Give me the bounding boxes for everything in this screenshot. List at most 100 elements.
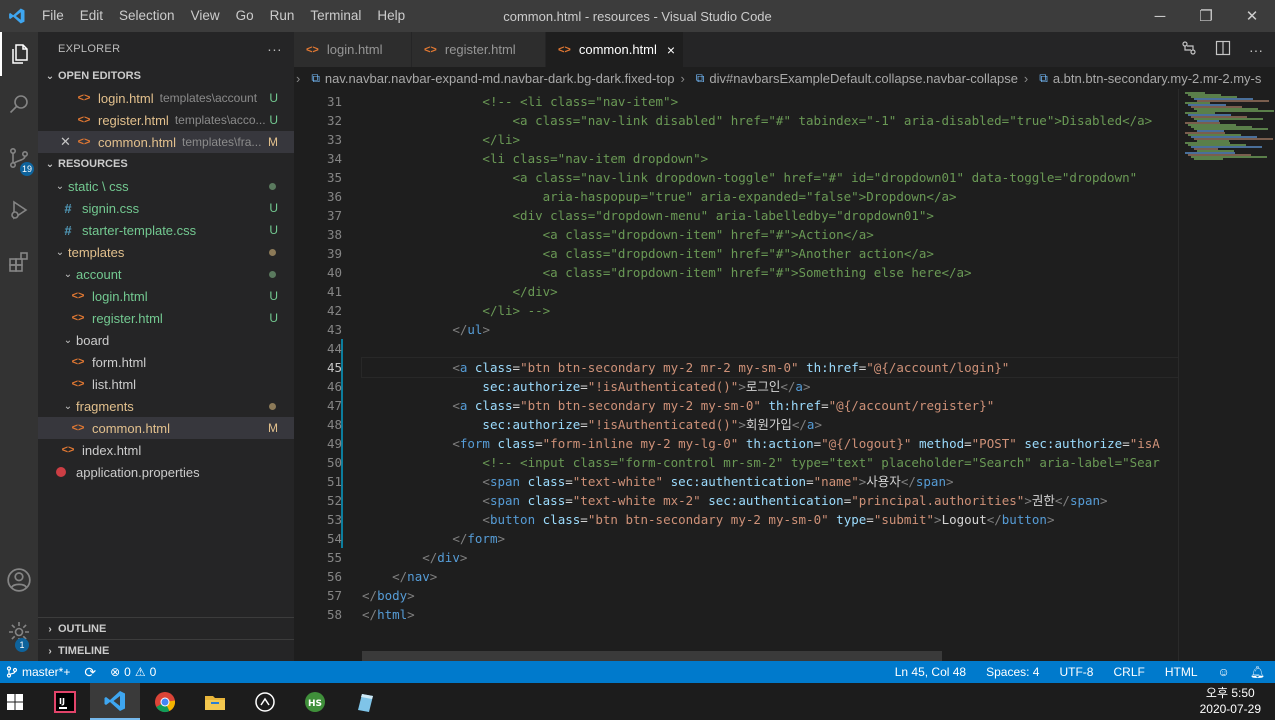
- folder-templates[interactable]: ⌄ templates: [38, 241, 294, 263]
- breadcrumb-item[interactable]: ⧉ nav.navbar.navbar-expand-md.navbar-dar…: [306, 71, 674, 86]
- code-line[interactable]: </div>: [362, 282, 1178, 301]
- encoding[interactable]: UTF-8: [1059, 665, 1093, 679]
- menu-file[interactable]: File: [34, 0, 72, 32]
- code-line[interactable]: <a class="dropdown-item" href="#">Anothe…: [362, 244, 1178, 263]
- more-actions-icon[interactable]: ···: [1249, 42, 1263, 58]
- close-tab-icon[interactable]: ×: [667, 42, 675, 58]
- extensions-icon[interactable]: [0, 240, 38, 284]
- heidisql-app-icon[interactable]: HS: [290, 683, 340, 720]
- code-line[interactable]: <div class="dropdown-menu" aria-labelled…: [362, 206, 1178, 225]
- code-line[interactable]: <span class="text-white" sec:authenticat…: [362, 472, 1178, 491]
- code-line[interactable]: </body>: [362, 586, 1178, 605]
- code-line[interactable]: sec:authorize="!isAuthenticated()">회원가입<…: [362, 415, 1178, 434]
- more-actions-icon[interactable]: ···: [267, 41, 282, 57]
- code-line[interactable]: <a class="nav-link disabled" href="#" ta…: [362, 111, 1178, 130]
- language-mode[interactable]: HTML: [1165, 665, 1198, 679]
- feedback-icon[interactable]: ☺: [1218, 665, 1230, 679]
- file-login-html[interactable]: <> login.html U: [38, 285, 294, 307]
- tab-register-html[interactable]: <> register.html: [412, 32, 546, 67]
- branch-status[interactable]: master*+: [6, 665, 70, 679]
- code-line[interactable]: </li>: [362, 130, 1178, 149]
- file-form-html[interactable]: <> form.html: [38, 351, 294, 373]
- code-line[interactable]: </form>: [362, 529, 1178, 548]
- code-line[interactable]: <!-- <input class="form-control mr-sm-2"…: [362, 453, 1178, 472]
- file-signin-css[interactable]: # signin.css U: [38, 197, 294, 219]
- menu-selection[interactable]: Selection: [111, 0, 183, 32]
- intellij-app-icon[interactable]: IJ: [40, 683, 90, 720]
- code-line[interactable]: </li> -->: [362, 301, 1178, 320]
- manage-gear-icon[interactable]: 1: [0, 610, 38, 654]
- chrome-app-icon[interactable]: [140, 683, 190, 720]
- tab-login-html[interactable]: <> login.html: [294, 32, 412, 67]
- code-line[interactable]: <a class="dropdown-item" href="#">Someth…: [362, 263, 1178, 282]
- file-application-properties[interactable]: application.properties: [38, 461, 294, 483]
- code-lines[interactable]: <!-- <li class="nav-item"> <a class="nav…: [361, 92, 1178, 624]
- folder-static-css[interactable]: ⌄ static \ css: [38, 175, 294, 197]
- file-starter-template-css[interactable]: # starter-template.css U: [38, 219, 294, 241]
- code-line[interactable]: <a class="dropdown-item" href="#">Action…: [362, 225, 1178, 244]
- breadcrumb-item[interactable]: ⧉ div#navbarsExampleDefault.collapse.nav…: [691, 71, 1018, 86]
- code-line[interactable]: <a class="nav-link dropdown-toggle" href…: [362, 168, 1178, 187]
- restore-icon[interactable]: ❐: [1183, 0, 1229, 32]
- run-debug-icon[interactable]: [0, 188, 38, 232]
- menu-terminal[interactable]: Terminal: [302, 0, 369, 32]
- open-changes-icon[interactable]: [1181, 40, 1197, 59]
- file-explorer-app-icon[interactable]: [190, 683, 240, 720]
- code-line[interactable]: [362, 339, 1178, 358]
- folder-fragments[interactable]: ⌄ fragments: [38, 395, 294, 417]
- menu-run[interactable]: Run: [262, 0, 303, 32]
- split-editor-icon[interactable]: [1215, 40, 1231, 59]
- windows-start-icon[interactable]: [0, 683, 30, 720]
- cursor-position[interactable]: Ln 45, Col 48: [895, 665, 966, 679]
- search-icon[interactable]: [0, 82, 38, 126]
- github-desktop-app-icon[interactable]: [240, 683, 290, 720]
- outline-section[interactable]: › OUTLINE: [38, 617, 294, 640]
- folder-account[interactable]: ⌄ account: [38, 263, 294, 285]
- end-of-line[interactable]: CRLF: [1113, 665, 1144, 679]
- file-list-html[interactable]: <> list.html: [38, 373, 294, 395]
- open-editor-item[interactable]: <> register.html templates\acco... U: [38, 109, 294, 131]
- problems-status[interactable]: ⊗ 0 ⚠ 0: [110, 665, 156, 679]
- indentation[interactable]: Spaces: 4: [986, 665, 1039, 679]
- file-register-html[interactable]: <> register.html U: [38, 307, 294, 329]
- timeline-section[interactable]: › TIMELINE: [38, 639, 294, 662]
- resources-section[interactable]: ⌄ RESOURCES: [38, 153, 294, 175]
- open-editor-item[interactable]: <> login.html templates\account U: [38, 87, 294, 109]
- sync-icon[interactable]: ⟳: [84, 664, 96, 681]
- code-line[interactable]: sec:authorize="!isAuthenticated()">로그인</…: [362, 377, 1178, 396]
- code-line[interactable]: <span class="text-white mx-2" sec:authen…: [362, 491, 1178, 510]
- file-index-html[interactable]: <> index.html: [38, 439, 294, 461]
- horizontal-scrollbar[interactable]: [362, 651, 942, 661]
- tab-common-html[interactable]: <> common.html ×: [546, 32, 684, 67]
- code-editor[interactable]: 31 32 33 34 35 36 37 38 39 40 41 42 43 4…: [294, 89, 1178, 661]
- folder-board[interactable]: ⌄ board: [38, 329, 294, 351]
- code-line[interactable]: <!-- <li class="nav-item">: [362, 92, 1178, 111]
- open-editors-section[interactable]: ⌄ OPEN EDITORS: [38, 65, 294, 87]
- explorer-icon[interactable]: [0, 32, 38, 76]
- menu-go[interactable]: Go: [228, 0, 262, 32]
- code-line[interactable]: <a class="btn btn-secondary my-2 mr-2 my…: [361, 357, 1178, 378]
- code-line[interactable]: <form class="form-inline my-2 my-lg-0" t…: [362, 434, 1178, 453]
- minimap[interactable]: [1178, 89, 1275, 661]
- close-window-icon[interactable]: ✕: [1229, 0, 1275, 32]
- notepad-app-icon[interactable]: [340, 683, 390, 720]
- code-line[interactable]: <button class="btn btn-secondary my-2 my…: [362, 510, 1178, 529]
- accounts-icon[interactable]: [0, 558, 38, 602]
- notifications-bell-icon[interactable]: 🔔︎: [1250, 665, 1265, 679]
- file-common-html[interactable]: <> common.html M: [38, 417, 294, 439]
- code-line[interactable]: <li class="nav-item dropdown">: [362, 149, 1178, 168]
- code-line[interactable]: </nav>: [362, 567, 1178, 586]
- code-line[interactable]: aria-haspopup="true" aria-expanded="fals…: [362, 187, 1178, 206]
- close-editor-icon[interactable]: ✕: [60, 134, 76, 150]
- menu-view[interactable]: View: [183, 0, 228, 32]
- vscode-app-icon[interactable]: [90, 683, 140, 720]
- code-line[interactable]: </div>: [362, 548, 1178, 567]
- code-line[interactable]: </html>: [362, 605, 1178, 624]
- minimize-icon[interactable]: ─: [1137, 0, 1183, 32]
- source-control-icon[interactable]: 19: [0, 136, 38, 180]
- menu-help[interactable]: Help: [369, 0, 413, 32]
- menu-edit[interactable]: Edit: [72, 0, 111, 32]
- breadcrumb-item[interactable]: ⧉ a.btn.btn-secondary.my-2.mr-2.my-s: [1034, 71, 1261, 86]
- code-line[interactable]: <a class="btn btn-secondary my-2 my-sm-0…: [362, 396, 1178, 415]
- open-editor-item[interactable]: ✕ <> common.html templates\fra... M: [38, 131, 294, 153]
